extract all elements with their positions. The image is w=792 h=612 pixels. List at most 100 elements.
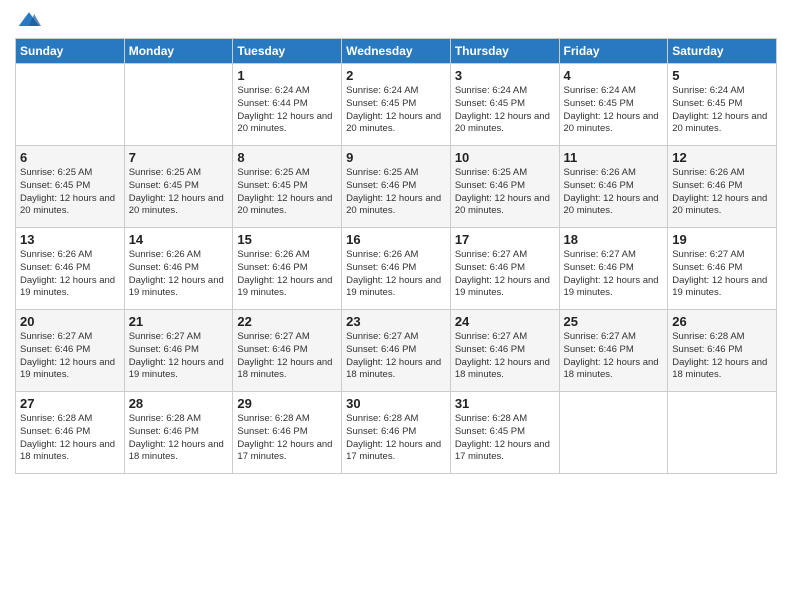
day-number: 4 [564, 68, 664, 83]
weekday-header-cell: Friday [559, 39, 668, 64]
day-number: 3 [455, 68, 555, 83]
calendar-cell: 21Sunrise: 6:27 AM Sunset: 6:46 PM Dayli… [124, 310, 233, 392]
day-number: 24 [455, 314, 555, 329]
calendar-cell: 1 Sunrise: 6:24 AM Sunset: 6:44 PM Daylig… [233, 64, 342, 146]
calendar-cell: 22 Sunrise: 6:27 AM Sunset: 6:46 PM Dayli… [233, 310, 342, 392]
day-number: 1 [237, 68, 337, 83]
calendar-cell: 26Sunrise: 6:28 AM Sunset: 6:46 PM Dayli… [668, 310, 777, 392]
day-info: Sunrise: 6:27 AM Sunset: 6:46 PM Dayligh… [346, 331, 446, 382]
calendar-cell: 16Sunrise: 6:26 AM Sunset: 6:46 PM Dayli… [342, 228, 451, 310]
day-number: 6 [20, 150, 120, 165]
page: SundayMondayTuesdayWednesdayThursdayFrid… [0, 0, 792, 612]
weekday-header-cell: Saturday [668, 39, 777, 64]
day-number: 27 [20, 396, 120, 411]
logo-icon [17, 10, 41, 30]
day-number: 26 [672, 314, 772, 329]
day-info: Sunrise: 6:27 AM Sunset: 6:46 PM Dayligh… [20, 331, 120, 382]
calendar-cell: 7 Sunrise: 6:25 AM Sunset: 6:45 PM Daylig… [124, 146, 233, 228]
calendar-cell: 4Sunrise: 6:24 AM Sunset: 6:45 PM Daylig… [559, 64, 668, 146]
day-info: Sunrise: 6:26 AM Sunset: 6:46 PM Dayligh… [20, 249, 120, 300]
day-info: Sunrise: 6:25 AM Sunset: 6:45 PM Dayligh… [129, 167, 229, 218]
day-info: Sunrise: 6:26 AM Sunset: 6:46 PM Dayligh… [237, 249, 337, 300]
calendar-cell: 15 Sunrise: 6:26 AM Sunset: 6:46 PM Dayli… [233, 228, 342, 310]
day-info: Sunrise: 6:24 AM Sunset: 6:44 PM Dayligh… [237, 85, 337, 136]
weekday-header-cell: Sunday [16, 39, 125, 64]
day-number: 21 [129, 314, 229, 329]
day-number: 23 [346, 314, 446, 329]
day-info: Sunrise: 6:24 AM Sunset: 6:45 PM Dayligh… [672, 85, 772, 136]
day-info: Sunrise: 6:27 AM Sunset: 6:46 PM Dayligh… [672, 249, 772, 300]
day-info: Sunrise: 6:27 AM Sunset: 6:46 PM Dayligh… [455, 331, 555, 382]
day-info: Sunrise: 6:28 AM Sunset: 6:46 PM Dayligh… [237, 413, 337, 464]
day-info: Sunrise: 6:27 AM Sunset: 6:46 PM Dayligh… [237, 331, 337, 382]
logo [15, 10, 41, 30]
day-info: Sunrise: 6:25 AM Sunset: 6:45 PM Dayligh… [20, 167, 120, 218]
day-info: Sunrise: 6:25 AM Sunset: 6:45 PM Dayligh… [237, 167, 337, 218]
calendar-week-row: 20 Sunrise: 6:27 AM Sunset: 6:46 PM Dayli… [16, 310, 777, 392]
day-number: 10 [455, 150, 555, 165]
day-info: Sunrise: 6:28 AM Sunset: 6:46 PM Dayligh… [20, 413, 120, 464]
day-number: 31 [455, 396, 555, 411]
day-number: 8 [237, 150, 337, 165]
day-info: Sunrise: 6:28 AM Sunset: 6:46 PM Dayligh… [346, 413, 446, 464]
day-info: Sunrise: 6:26 AM Sunset: 6:46 PM Dayligh… [672, 167, 772, 218]
day-number: 12 [672, 150, 772, 165]
calendar-cell: 24 Sunrise: 6:27 AM Sunset: 6:46 PM Dayli… [450, 310, 559, 392]
day-number: 15 [237, 232, 337, 247]
weekday-header-cell: Wednesday [342, 39, 451, 64]
calendar-week-row: 1 Sunrise: 6:24 AM Sunset: 6:44 PM Daylig… [16, 64, 777, 146]
day-number: 19 [672, 232, 772, 247]
calendar-cell: 27 Sunrise: 6:28 AM Sunset: 6:46 PM Dayli… [16, 392, 125, 474]
calendar-cell [16, 64, 125, 146]
day-info: Sunrise: 6:24 AM Sunset: 6:45 PM Dayligh… [346, 85, 446, 136]
calendar-week-row: 6 Sunrise: 6:25 AM Sunset: 6:45 PM Daylig… [16, 146, 777, 228]
day-number: 14 [129, 232, 229, 247]
calendar-cell: 13 Sunrise: 6:26 AM Sunset: 6:46 PM Dayli… [16, 228, 125, 310]
calendar-cell: 10 Sunrise: 6:25 AM Sunset: 6:46 PM Dayli… [450, 146, 559, 228]
day-info: Sunrise: 6:28 AM Sunset: 6:46 PM Dayligh… [129, 413, 229, 464]
calendar-week-row: 13 Sunrise: 6:26 AM Sunset: 6:46 PM Dayli… [16, 228, 777, 310]
calendar-cell: 12 Sunrise: 6:26 AM Sunset: 6:46 PM Dayli… [668, 146, 777, 228]
day-number: 30 [346, 396, 446, 411]
calendar-cell: 9 Sunrise: 6:25 AM Sunset: 6:46 PM Daylig… [342, 146, 451, 228]
calendar-cell: 20 Sunrise: 6:27 AM Sunset: 6:46 PM Dayli… [16, 310, 125, 392]
day-number: 11 [564, 150, 664, 165]
calendar-cell: 31 Sunrise: 6:28 AM Sunset: 6:45 PM Dayli… [450, 392, 559, 474]
calendar-cell: 18 Sunrise: 6:27 AM Sunset: 6:46 PM Dayli… [559, 228, 668, 310]
day-number: 9 [346, 150, 446, 165]
calendar-cell: 17Sunrise: 6:27 AM Sunset: 6:46 PM Dayli… [450, 228, 559, 310]
calendar-table: SundayMondayTuesdayWednesdayThursdayFrid… [15, 38, 777, 474]
weekday-header-row: SundayMondayTuesdayWednesdayThursdayFrid… [16, 39, 777, 64]
day-info: Sunrise: 6:27 AM Sunset: 6:46 PM Dayligh… [564, 331, 664, 382]
day-number: 20 [20, 314, 120, 329]
calendar-cell [124, 64, 233, 146]
calendar-cell: 19 Sunrise: 6:27 AM Sunset: 6:46 PM Dayli… [668, 228, 777, 310]
day-number: 13 [20, 232, 120, 247]
day-info: Sunrise: 6:25 AM Sunset: 6:46 PM Dayligh… [346, 167, 446, 218]
day-number: 16 [346, 232, 446, 247]
calendar-week-row: 27 Sunrise: 6:28 AM Sunset: 6:46 PM Dayli… [16, 392, 777, 474]
calendar-cell: 6 Sunrise: 6:25 AM Sunset: 6:45 PM Daylig… [16, 146, 125, 228]
calendar-cell [668, 392, 777, 474]
calendar-cell: 14 Sunrise: 6:26 AM Sunset: 6:46 PM Dayli… [124, 228, 233, 310]
day-info: Sunrise: 6:27 AM Sunset: 6:46 PM Dayligh… [455, 249, 555, 300]
day-number: 22 [237, 314, 337, 329]
day-info: Sunrise: 6:28 AM Sunset: 6:45 PM Dayligh… [455, 413, 555, 464]
day-info: Sunrise: 6:26 AM Sunset: 6:46 PM Dayligh… [564, 167, 664, 218]
day-number: 7 [129, 150, 229, 165]
calendar-cell: 28 Sunrise: 6:28 AM Sunset: 6:46 PM Dayli… [124, 392, 233, 474]
calendar-cell: 5 Sunrise: 6:24 AM Sunset: 6:45 PM Daylig… [668, 64, 777, 146]
day-number: 2 [346, 68, 446, 83]
day-number: 28 [129, 396, 229, 411]
calendar-cell: 25Sunrise: 6:27 AM Sunset: 6:46 PM Dayli… [559, 310, 668, 392]
calendar-body: 1 Sunrise: 6:24 AM Sunset: 6:44 PM Daylig… [16, 64, 777, 474]
calendar-cell: 29Sunrise: 6:28 AM Sunset: 6:46 PM Dayli… [233, 392, 342, 474]
day-number: 18 [564, 232, 664, 247]
day-number: 5 [672, 68, 772, 83]
day-info: Sunrise: 6:27 AM Sunset: 6:46 PM Dayligh… [564, 249, 664, 300]
weekday-header-cell: Monday [124, 39, 233, 64]
day-info: Sunrise: 6:25 AM Sunset: 6:46 PM Dayligh… [455, 167, 555, 218]
weekday-header-cell: Tuesday [233, 39, 342, 64]
day-info: Sunrise: 6:26 AM Sunset: 6:46 PM Dayligh… [129, 249, 229, 300]
day-info: Sunrise: 6:24 AM Sunset: 6:45 PM Dayligh… [455, 85, 555, 136]
